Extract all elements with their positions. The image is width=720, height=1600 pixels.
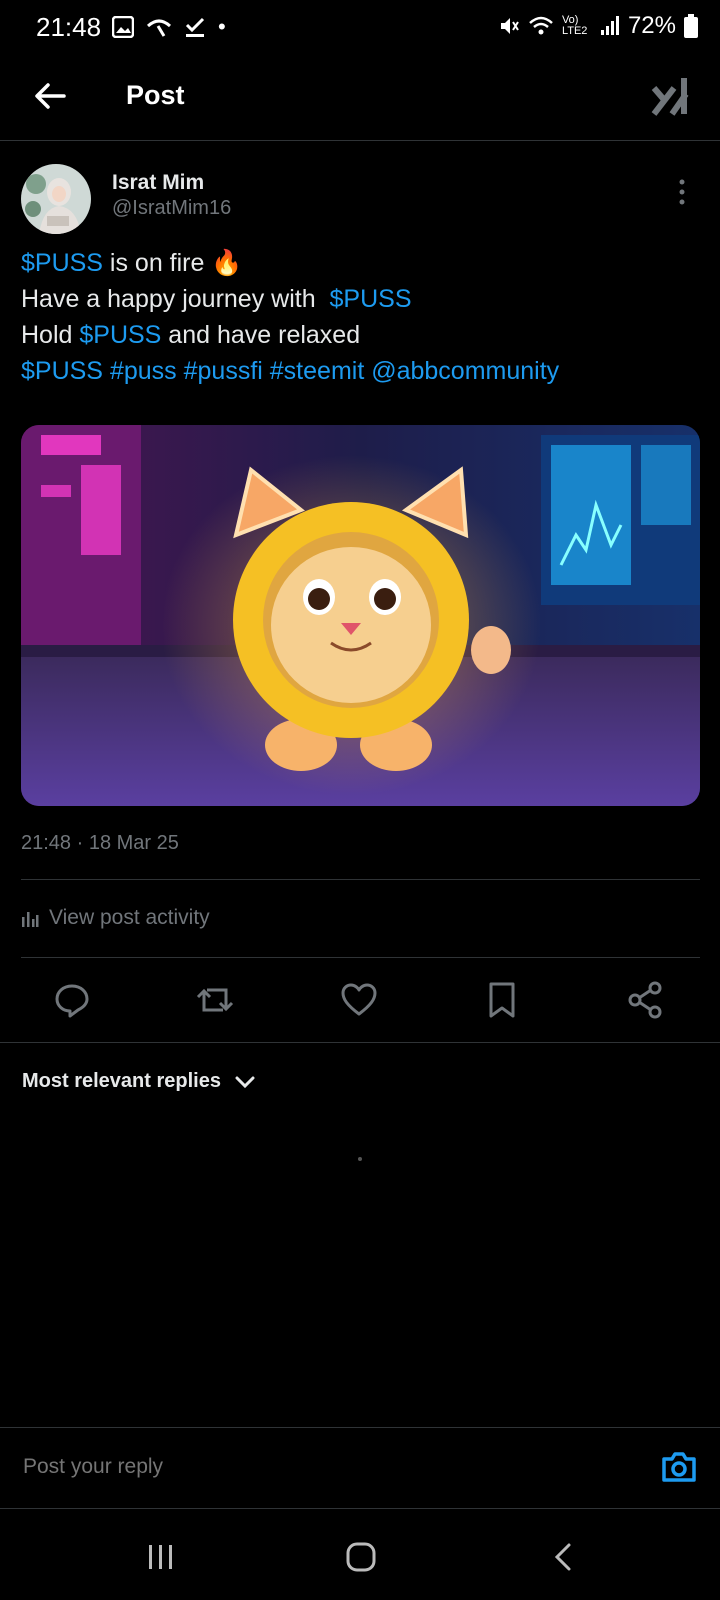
bookmark-icon[interactable] <box>482 980 522 1020</box>
system-navigation-bar <box>0 1520 720 1600</box>
analytics-icon <box>22 912 39 927</box>
post-line: Have a happy journey with $PUSS <box>21 281 701 317</box>
home-icon[interactable] <box>346 1542 376 1572</box>
divider <box>21 879 700 880</box>
post-link[interactable]: #pussfi <box>184 357 263 385</box>
post-line: Hold $PUSS and have relaxed <box>21 317 701 353</box>
divider <box>0 1042 720 1043</box>
post-link[interactable]: $PUSS <box>330 285 412 313</box>
status-bar: 21:48 • Vo) LTE2 72% <box>0 0 720 54</box>
system-indicators: Vo) LTE2 72% <box>498 12 698 40</box>
more-notifications-dot: • <box>218 14 226 39</box>
author-name[interactable]: Israt Mim <box>112 171 204 195</box>
post-text-segment <box>177 357 184 385</box>
back-arrow-icon[interactable] <box>30 76 70 116</box>
reply-input[interactable] <box>21 1454 585 1480</box>
puss-cat-coin-illustration <box>21 425 700 806</box>
post-text-segment: is on fire 🔥 <box>102 249 243 277</box>
mute-icon <box>500 18 519 34</box>
grok-logo-icon[interactable] <box>650 74 694 118</box>
top-app-bar: Post <box>0 60 720 141</box>
recent-apps-icon[interactable] <box>146 1542 176 1572</box>
battery-percent: 72% <box>627 12 676 39</box>
wifi-icon <box>529 16 553 35</box>
page-title: Post <box>126 80 185 110</box>
loading-indicator <box>358 1157 362 1161</box>
author-avatar[interactable] <box>21 164 91 234</box>
network-label: Vo) LTE2 <box>561 14 588 37</box>
gallery-icon <box>112 16 134 38</box>
post-image[interactable] <box>21 425 700 806</box>
post-link[interactable]: #steemit <box>270 357 364 385</box>
reply-icon[interactable] <box>52 980 92 1020</box>
like-icon[interactable] <box>339 980 379 1020</box>
post-link[interactable]: $PUSS <box>79 321 161 349</box>
chevron-down-icon <box>235 1076 255 1088</box>
replies-sort-label: Most relevant replies <box>22 1070 221 1092</box>
post-link[interactable]: @abbcommunity <box>371 357 559 385</box>
reply-composer <box>0 1427 720 1509</box>
more-options-icon[interactable] <box>676 178 688 206</box>
post-action-bar <box>0 970 720 1030</box>
view-post-activity-link[interactable]: View post activity <box>21 906 210 930</box>
author-handle[interactable]: @IsratMim16 <box>112 197 231 220</box>
post-link[interactable]: $PUSS <box>21 249 103 277</box>
back-nav-icon[interactable] <box>552 1542 574 1572</box>
post-timestamp: 21:48 · 18 Mar 25 <box>21 832 179 854</box>
post-text-segment <box>103 357 110 385</box>
missed-call-icon <box>146 19 172 37</box>
share-icon[interactable] <box>626 980 666 1020</box>
post-line: $PUSS #puss #pussfi #steemit @abbcommuni… <box>21 353 701 389</box>
task-done-icon <box>185 17 205 37</box>
post-text-segment: and have relaxed <box>161 321 361 349</box>
post-text-segment: Have a happy journey with <box>21 285 330 313</box>
status-time: 21:48 <box>36 12 102 42</box>
signal-icon <box>600 16 619 35</box>
replies-sort-dropdown[interactable]: Most relevant replies <box>22 1070 255 1093</box>
post-line: $PUSS is on fire 🔥 <box>21 245 701 281</box>
post-text-segment: Hold <box>21 321 80 349</box>
view-post-activity-label: View post activity <box>49 906 210 929</box>
camera-icon[interactable] <box>660 1448 698 1486</box>
repost-icon[interactable] <box>195 980 235 1020</box>
post-link[interactable]: #puss <box>110 357 177 385</box>
post-link[interactable]: $PUSS <box>21 357 103 385</box>
battery-icon <box>684 14 698 38</box>
notification-icons: • <box>112 14 226 40</box>
post-text-segment <box>263 357 270 385</box>
divider <box>21 957 700 958</box>
post-text: $PUSS is on fire 🔥 Have a happy journey … <box>21 245 701 389</box>
avatar-illustration <box>21 164 91 234</box>
